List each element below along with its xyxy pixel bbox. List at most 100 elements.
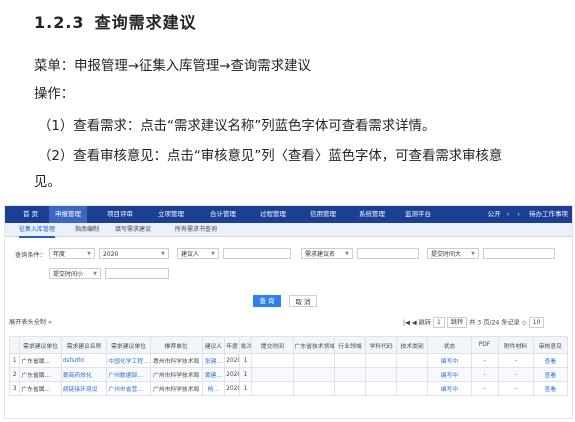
table-cell	[292, 367, 336, 382]
query-button[interactable]: 查 询	[253, 295, 281, 307]
tab-all-demand-query[interactable]: 所有需求书查询	[175, 223, 217, 236]
column-header: 推荐单位	[149, 336, 203, 354]
goto-button[interactable]: 跳转	[446, 317, 468, 328]
row-number: 1	[8, 353, 21, 368]
submit-time-small-input[interactable]	[105, 268, 169, 279]
table-cell: 广州市省营…	[106, 381, 151, 396]
table-cell	[396, 353, 429, 368]
submit-time-small-select-label: 提交时间小	[53, 271, 84, 278]
status-cell: 编写中	[427, 353, 472, 368]
nav-home[interactable]: 首 页	[23, 206, 38, 223]
nav-contract-management[interactable]: 合计管理	[210, 206, 236, 223]
contact-select[interactable]: 建议人 ▼	[177, 248, 219, 259]
column-header: 技术类别	[396, 336, 429, 354]
nav-project-review[interactable]: 项目评审	[107, 206, 133, 223]
first-page-icon[interactable]: |◀	[403, 320, 410, 327]
table-cell: -	[470, 353, 499, 368]
column-header: 建议人	[201, 336, 226, 354]
demand-name-link[interactable]: 病链接环境设	[60, 381, 108, 396]
column-header: 学科代码	[365, 336, 398, 354]
nav-monitoring-platform[interactable]: 监测平台	[405, 206, 431, 223]
top-right-area: 公开 ‹ › 待办工作事项	[488, 206, 568, 223]
year-value-select[interactable]: 2020 ▼	[99, 248, 169, 259]
table-cell: 1	[238, 367, 253, 382]
nav-system-management[interactable]: 系统管理	[359, 206, 385, 223]
page-summary: 共 3 页/24 条记录 ◇	[469, 319, 527, 327]
table-cell	[396, 381, 429, 396]
submit-time-select[interactable]: 提交时间大 ▼	[427, 248, 479, 259]
row-number: 2	[8, 367, 21, 382]
chevron-down-icon: ▼	[211, 251, 215, 257]
table-cell: 广州市科学技术局	[149, 367, 203, 382]
tab-guide-compilation[interactable]: 指南编制	[75, 223, 99, 236]
chevron-down-icon: ▼	[87, 251, 91, 257]
column-header: 需求建议单位	[106, 336, 151, 354]
todo-work-link[interactable]: 待办工作事项	[529, 210, 568, 218]
table-cell: -	[497, 367, 534, 382]
table-cell	[333, 353, 367, 368]
table-cell: 广州市科学技术局	[149, 381, 203, 396]
column-header: 审核意见	[532, 336, 569, 354]
nav-process-management[interactable]: 过程管理	[260, 206, 286, 223]
announcement-link[interactable]: 公开	[488, 210, 501, 218]
nav-declaration-management[interactable]: 申报管理	[49, 206, 87, 223]
table-cell: 1	[238, 353, 253, 368]
table-cell: -	[470, 367, 499, 382]
page-number-input[interactable]: 1	[432, 317, 445, 328]
column-header: 状态	[427, 336, 472, 354]
table-cell	[251, 381, 294, 396]
nav-credit-management[interactable]: 信用管理	[310, 206, 336, 223]
column-header: 行业领域	[333, 336, 367, 354]
document-page: 1.2.3 查询需求建议 菜单：申报管理→征集入库管理→查询需求建议 操作： （1…	[0, 0, 575, 422]
column-header: 年度	[224, 336, 240, 354]
chevron-down-icon: ▼	[471, 251, 475, 257]
table-cell: -	[497, 381, 534, 396]
contact-input[interactable]	[223, 248, 291, 259]
reset-button[interactable]: 取 消	[289, 295, 317, 307]
chevron-down-icon: ▼	[161, 251, 165, 257]
review-opinion-link[interactable]: 查看	[532, 353, 569, 368]
tab-fill-demand[interactable]: 填写需求建议	[115, 223, 151, 236]
demand-name-input[interactable]	[357, 248, 419, 259]
table-cell: 杨…	[201, 381, 226, 396]
year-value: 2020	[103, 251, 119, 258]
column-header: 批次	[238, 336, 253, 354]
status-cell: 编写中	[427, 381, 472, 396]
scroll-arrows-icon[interactable]: ‹ ›	[507, 210, 523, 218]
review-opinion-link[interactable]: 查看	[532, 381, 569, 396]
submit-time-small-select[interactable]: 提交时间小 ▼	[49, 268, 101, 279]
sub-tabs: 征集入库管理 指南编制 填写需求建议 所有需求书查询	[5, 223, 572, 238]
table-cell: 黄建…	[201, 367, 226, 382]
demand-name-select[interactable]: 需求建议名 ▼	[301, 248, 353, 259]
column-header-index	[8, 336, 21, 354]
year-select-label: 年度	[53, 251, 66, 258]
column-header: 需求建议名称	[60, 336, 108, 354]
column-header: 附件材料	[497, 336, 534, 354]
demand-name-link[interactable]: 黄商药效化	[60, 367, 108, 382]
goto-label: 跳转	[418, 319, 431, 327]
review-opinion-link[interactable]: 查看	[532, 367, 569, 382]
embedded-system-screenshot: 首 页 申报管理 项目评审 立项管理 合计管理 过程管理 信用管理 系统管理 监…	[4, 205, 573, 419]
step-2-paragraph: （2）查看审核意见：点击“审核意见”列〈查看〉蓝色字体，可查看需求审核意	[38, 149, 503, 164]
step-2-paragraph-continuation: 见。	[34, 175, 61, 190]
demand-table: 需求建议单位 需求建议名称 需求建议单位 推荐单位 建议人 年度 批次 提交时间…	[8, 336, 569, 396]
nav-approval-management[interactable]: 立项管理	[158, 206, 184, 223]
tab-collection-management[interactable]: 征集入库管理	[19, 223, 56, 238]
table-cell	[251, 367, 294, 382]
submit-time-input[interactable]	[483, 248, 555, 259]
expand-header-link[interactable]: 展开表头全制 »	[9, 317, 52, 329]
table-cell	[333, 381, 367, 396]
table-row: 2 广东省属… 黄商药效化 广州数据部… 广州市科学技术局 黄建… 2020 1…	[8, 367, 569, 382]
demand-name-link[interactable]: dsfsdfd	[60, 353, 108, 368]
table-cell	[365, 381, 398, 396]
prev-page-icon[interactable]: ◀	[412, 320, 417, 327]
page-size-select[interactable]: 10	[528, 317, 545, 328]
row-number: 3	[8, 381, 21, 396]
section-title: 查询需求建议	[94, 13, 197, 32]
table-cell	[292, 353, 336, 368]
year-select[interactable]: 年度 ▼	[49, 248, 95, 259]
section-heading: 1.2.3 查询需求建议	[34, 9, 197, 33]
table-row: 1 广东省属… dsfsdfd 中国化学工程… 惠州市科学技术局 张键… 202…	[8, 353, 569, 368]
menu-path-paragraph: 菜单：申报管理→征集入库管理→查询需求建议	[34, 59, 311, 74]
step-1-paragraph: （1）查看需求：点击“需求建议名称”列蓝色字体可查看需求详情。	[38, 119, 436, 134]
